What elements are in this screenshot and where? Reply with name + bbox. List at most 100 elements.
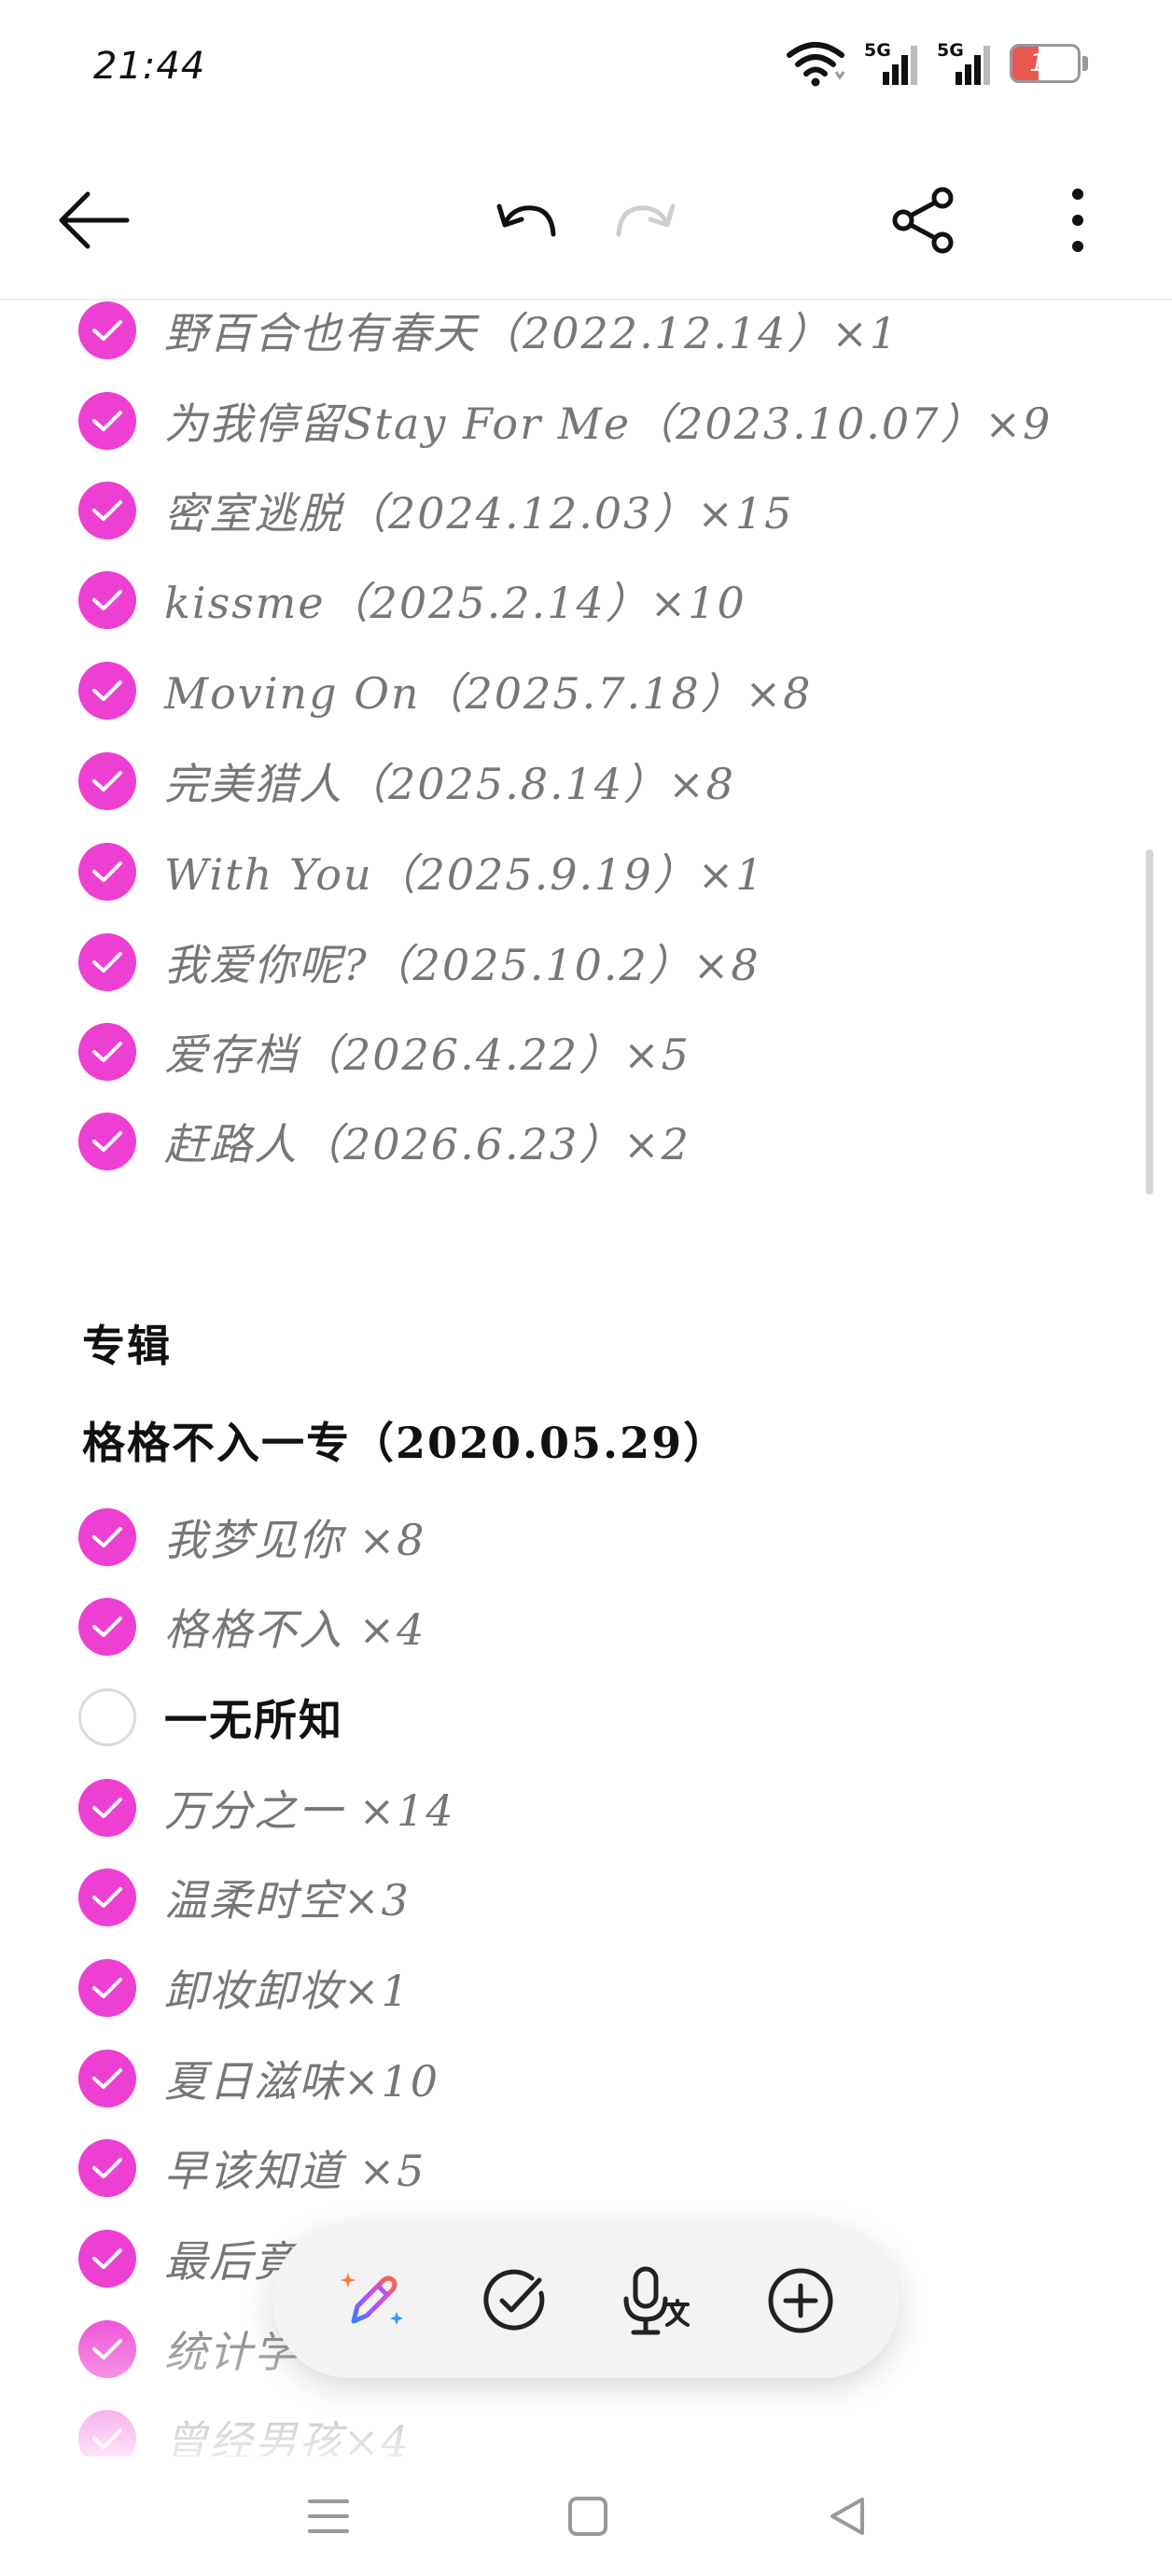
voice-to-text-icon <box>623 2266 690 2335</box>
checklist-item[interactable]: 万分之一 ×14 <box>78 1775 455 1841</box>
nav-menu-button[interactable] <box>291 2479 366 2554</box>
checkmark-icon <box>92 2068 122 2089</box>
checklist-item[interactable]: 爱存档（2026.4.22）×5 <box>78 1019 691 1085</box>
wifi-icon <box>787 42 845 87</box>
checklist-button[interactable] <box>464 2249 566 2352</box>
checkbox-checked[interactable] <box>78 301 136 359</box>
ai-pen-icon <box>340 2273 403 2325</box>
checkmark-icon <box>92 590 122 610</box>
checkmark-icon <box>92 1527 122 1547</box>
checklist-item[interactable]: 一无所知 <box>78 1685 343 1750</box>
checkmark-icon <box>92 411 122 431</box>
scrollbar[interactable] <box>1146 849 1153 1195</box>
checklist-item[interactable]: 夏日滋味×10 <box>78 2046 440 2111</box>
floating-action-bar <box>272 2223 900 2378</box>
checklist-item[interactable]: 最后竟 <box>78 2226 299 2291</box>
checkbox-checked[interactable] <box>78 2139 136 2197</box>
item-text: Moving On（2025.7.18）×8 <box>164 668 813 719</box>
checkmark-icon <box>92 320 122 341</box>
redo-button[interactable] <box>605 179 689 263</box>
checkbox-checked[interactable] <box>78 1869 136 1926</box>
nav-back-button[interactable] <box>810 2479 885 2554</box>
checkbox-checked[interactable] <box>78 571 136 629</box>
checklist-item[interactable]: 为我停留Stay For Me（2023.10.07）×9 <box>78 388 1052 454</box>
checkbox-unchecked[interactable] <box>78 1688 136 1746</box>
checkbox-checked[interactable] <box>78 1508 136 1566</box>
checkbox-checked[interactable] <box>78 933 136 991</box>
battery-level: 16 <box>1029 49 1061 77</box>
checklist-item[interactable]: 温柔时空×3 <box>78 1865 411 1930</box>
item-text: 爱存档（2026.4.22）×5 <box>164 1029 691 1080</box>
undo-button[interactable] <box>483 179 567 263</box>
checklist-item[interactable]: 格格不入 ×4 <box>78 1594 426 1659</box>
item-text: 我梦见你 ×8 <box>164 1515 426 1565</box>
checklist-item[interactable]: 我爱你呢?（2025.10.2）×8 <box>78 930 760 995</box>
checkbox-checked[interactable] <box>78 2050 136 2107</box>
back-triangle-icon <box>830 2498 864 2535</box>
checklist-item[interactable]: 曾经男孩×4 <box>78 2406 411 2457</box>
checkbox-checked[interactable] <box>78 1598 136 1656</box>
album-title: 格格不入一专（2020.05.29） <box>82 1418 729 1468</box>
add-button[interactable] <box>749 2249 852 2352</box>
checkmark-icon <box>92 1798 122 1818</box>
checkmark-icon <box>92 771 122 791</box>
checkbox-checked[interactable] <box>78 1113 136 1170</box>
nav-home-button[interactable] <box>551 2479 625 2554</box>
checkbox-checked[interactable] <box>78 392 136 450</box>
item-text: kissme（2025.2.14）×10 <box>164 578 746 628</box>
item-text: 万分之一 ×14 <box>164 1785 455 1836</box>
checkmark-icon <box>92 2248 122 2269</box>
checklist-item[interactable]: Moving On（2025.7.18）×8 <box>78 658 812 723</box>
share-button[interactable] <box>877 174 970 267</box>
checkmark-icon <box>92 1042 122 1062</box>
checkbox-checked[interactable] <box>78 752 136 810</box>
checkmark-icon <box>92 1131 122 1152</box>
checklist-item[interactable]: kissme（2025.2.14）×10 <box>78 567 746 633</box>
item-text: 曾经男孩×4 <box>164 2416 411 2457</box>
checkbox-checked[interactable] <box>78 662 136 720</box>
signal-2: 5G <box>937 40 991 87</box>
checkbox-checked[interactable] <box>78 2410 136 2457</box>
checklist-item[interactable]: 早该知道 ×5 <box>78 2135 426 2201</box>
checkmark-icon <box>92 861 122 882</box>
status-icons: 5G 5G 16 <box>786 37 1088 90</box>
more-vertical-icon <box>1072 189 1083 252</box>
checkmark-icon <box>92 1887 122 1908</box>
signal-1: 5G <box>864 40 918 87</box>
checkbox-checked[interactable] <box>78 1023 136 1081</box>
checkbox-checked[interactable] <box>78 2230 136 2288</box>
checkmark-icon <box>92 500 122 521</box>
redo-icon <box>616 203 676 237</box>
checklist-item[interactable]: 我梦见你 ×8 <box>78 1505 426 1570</box>
checkbox-checked[interactable] <box>78 482 136 539</box>
item-text: 一无所知 <box>164 1695 343 1745</box>
checklist-item[interactable]: With You（2025.9.19）×1 <box>78 839 765 904</box>
checkmark-icon <box>92 2158 122 2178</box>
checklist-item[interactable]: 赶路人（2026.6.23）×2 <box>78 1109 691 1174</box>
checkbox-checked[interactable] <box>78 1959 136 2017</box>
status-bar: 21:44 5G 5G 16 <box>0 0 1172 140</box>
menu-icon <box>308 2499 349 2533</box>
ai-assist-button[interactable] <box>321 2249 424 2352</box>
checklist-item[interactable]: 野百合也有春天（2022.12.14）×1 <box>78 301 899 363</box>
item-text: 密室逃脱（2024.12.03）×15 <box>164 488 794 539</box>
checklist-item[interactable]: 完美猎人（2025.8.14）×8 <box>78 749 735 814</box>
note-content[interactable]: 野百合也有春天（2022.12.14）×1 为我停留Stay For Me（20… <box>0 301 1172 2457</box>
checklist-item[interactable]: 卸妆卸妆×1 <box>78 1955 411 2021</box>
checklist-item[interactable]: 密室逃脱（2024.12.03）×15 <box>78 478 793 543</box>
checklist-item[interactable]: 统计学 <box>78 2317 299 2382</box>
arrow-left-icon <box>59 191 130 249</box>
more-button[interactable] <box>1036 174 1120 267</box>
signal-bars-icon <box>956 46 990 85</box>
checkbox-checked[interactable] <box>78 2320 136 2378</box>
section-title: 专辑 <box>82 1321 172 1371</box>
checkbox-checked[interactable] <box>78 1779 136 1837</box>
checkmark-icon <box>92 1617 122 1637</box>
item-text: 野百合也有春天（2022.12.14）×1 <box>164 308 900 358</box>
signal-bars-icon <box>883 46 917 85</box>
back-button[interactable] <box>47 174 140 267</box>
item-text: 夏日滋味×10 <box>164 2056 440 2107</box>
voice-to-text-button[interactable] <box>607 2249 709 2352</box>
checkbox-checked[interactable] <box>78 843 136 901</box>
checkmark-icon <box>92 680 122 701</box>
